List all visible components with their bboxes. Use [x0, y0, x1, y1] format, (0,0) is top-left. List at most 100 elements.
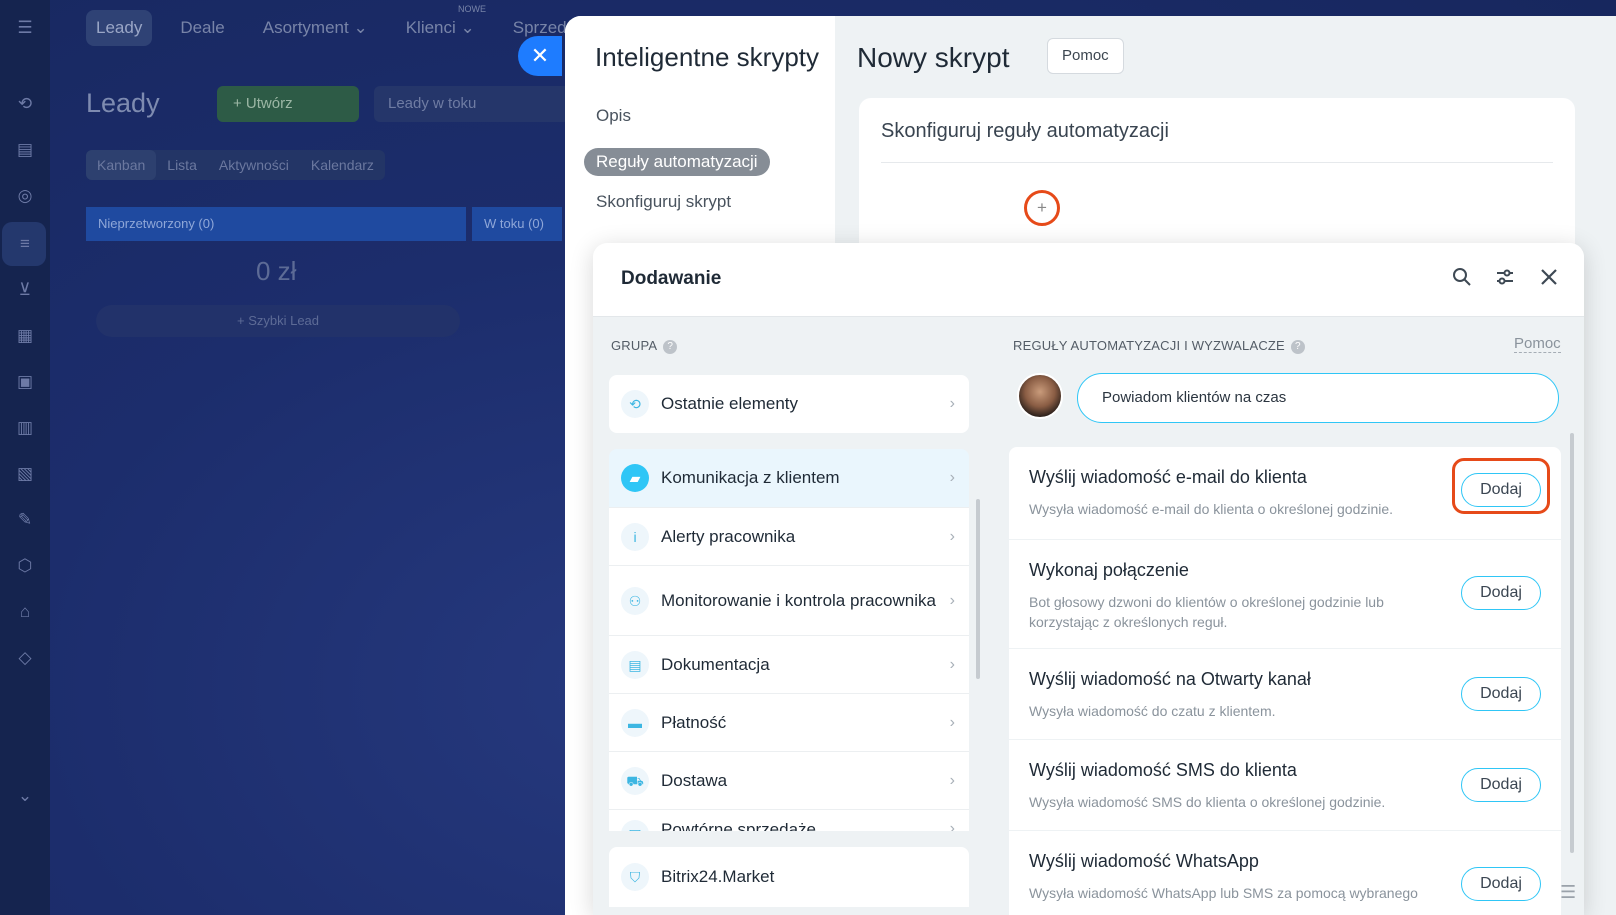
- group-list-scrollbar[interactable]: [976, 499, 980, 679]
- help-question-icon[interactable]: ?: [663, 340, 678, 354]
- search-icon[interactable]: [1450, 267, 1474, 291]
- funnel-icon[interactable]: ≡: [13, 234, 37, 254]
- dialog-header: Dodawanie: [593, 243, 1584, 317]
- help-button[interactable]: Pomoc: [1047, 38, 1124, 74]
- group-employee-alerts[interactable]: i Alerty pracownika ›: [609, 507, 969, 565]
- crm-icon[interactable]: ⟲: [13, 94, 37, 114]
- rule-title: Wyślij wiadomość WhatsApp: [1029, 851, 1259, 871]
- group-market[interactable]: ⛉ Bitrix24.Market: [609, 847, 969, 907]
- rules-list-scrollbar[interactable]: [1570, 433, 1574, 853]
- chevron-right-icon: ›: [949, 591, 955, 609]
- group-payment[interactable]: ▬ Płatność ›: [609, 693, 969, 751]
- settings-icon[interactable]: ⬡: [13, 556, 37, 576]
- group-label: Dokumentacja: [661, 654, 770, 674]
- group-repeat-sales[interactable]: ▣ Powtórne sprzedaże ›: [609, 809, 969, 831]
- group-section-label: GRUPA?: [611, 338, 678, 354]
- add-button[interactable]: Dodaj: [1461, 768, 1541, 802]
- help-question-icon[interactable]: ?: [1290, 340, 1305, 354]
- add-button[interactable]: Dodaj: [1461, 576, 1541, 610]
- menu-skonfiguruj-skrypt[interactable]: Skonfiguruj skrypt: [596, 192, 731, 212]
- rules-card-title: Skonfiguruj reguły automatyzacji: [881, 120, 1169, 142]
- left-menu-bar: ☰ ⟲ ▤ ◎ ≡ ⊻ ▦ ▣ ▥ ▧ ✎ ⬡ ⌂ ◇ ⌄: [0, 0, 50, 915]
- cart-icon[interactable]: ⊻: [13, 280, 37, 300]
- store-icon[interactable]: ▦: [13, 326, 37, 346]
- rule-open-channel: Wyślij wiadomość na Otwarty kanał Wysyła…: [1009, 649, 1561, 739]
- kanban-column-header-2[interactable]: W toku (0): [472, 207, 562, 241]
- group-recent[interactable]: ⟲ Ostatnie elementy ›: [609, 375, 969, 433]
- rule-description: Wysyła wiadomość e-mail do klienta o okr…: [1029, 501, 1394, 517]
- add-button[interactable]: Dodaj: [1461, 677, 1541, 711]
- highlight-frame: [1452, 458, 1550, 514]
- chevron-right-icon: ›: [949, 771, 955, 789]
- chevron-right-icon: ›: [949, 469, 955, 486]
- tab-kalendarz[interactable]: Kalendarz: [300, 150, 385, 180]
- history-icon: ⟲: [621, 390, 649, 418]
- chevron-right-icon: ›: [949, 655, 955, 673]
- add-rule-plus-button[interactable]: +: [1024, 190, 1060, 226]
- contacts-icon[interactable]: ▤: [13, 140, 37, 160]
- rule-call: Wykonaj połączenie Bot głosowy dzwoni do…: [1009, 540, 1561, 648]
- add-button[interactable]: Dodaj: [1461, 867, 1541, 901]
- filter-settings-icon[interactable]: [1493, 267, 1517, 291]
- group-documents[interactable]: ▤ Dokumentacja ›: [609, 635, 969, 693]
- quick-lead-button[interactable]: + Szybki Lead: [96, 305, 460, 337]
- rule-whatsapp: Wyślij wiadomość WhatsApp Wysyła wiadomo…: [1009, 831, 1561, 915]
- group-label-text: GRUPA: [611, 338, 658, 353]
- rule-description: Bot głosowy dzwoni do klientów o określo…: [1029, 594, 1384, 630]
- group-employee-monitoring[interactable]: ⚇ Monitorowanie i kontrola pracownika ›: [609, 565, 969, 635]
- dialog-title: Dodawanie: [621, 268, 722, 289]
- box-icon[interactable]: ◇: [13, 648, 37, 668]
- menu-opis[interactable]: Opis: [596, 106, 631, 126]
- create-button[interactable]: + Utwórz: [217, 86, 359, 122]
- group-label: Bitrix24.Market: [661, 867, 775, 886]
- rule-title: Wyślij wiadomość SMS do klienta: [1029, 760, 1297, 780]
- chevron-down-icon[interactable]: ⌄: [13, 786, 37, 806]
- column-sum: 0 zł: [256, 256, 297, 286]
- tab-aktywnosci[interactable]: Aktywności: [208, 150, 300, 180]
- rule-description: Wysyła wiadomość do czatu z klientem.: [1029, 703, 1276, 719]
- group-label: Dostawa: [661, 770, 728, 790]
- calendar-icon[interactable]: ▣: [13, 372, 37, 392]
- group-client-communication[interactable]: ▰ Komunikacja z klientem ›: [609, 449, 969, 507]
- rule-title: Wyślij wiadomość na Otwarty kanał: [1029, 669, 1311, 689]
- nav-leady[interactable]: Leady: [86, 10, 153, 46]
- nav-klienci[interactable]: Klienci ⌄: [396, 10, 485, 46]
- menu-icon[interactable]: ☰: [1560, 882, 1586, 902]
- hint-bubble: Powiadom klientów na czas: [1077, 373, 1559, 423]
- rule-description: Wysyła wiadomość WhatsApp lub SMS za pom…: [1029, 885, 1418, 901]
- kanban-column-header[interactable]: Nieprzetworzony (0): [86, 207, 466, 241]
- users-icon: ⚇: [621, 586, 649, 615]
- group-label: Komunikacja z klientem: [661, 468, 840, 487]
- group-delivery[interactable]: ⛟ Dostawa ›: [609, 751, 969, 809]
- view-tabs: Kanban Lista Aktywności Kalendarz: [86, 150, 385, 180]
- repeat-icon: ▣: [621, 820, 649, 831]
- hamburger-icon[interactable]: ☰: [13, 18, 37, 38]
- divider: [881, 162, 1553, 163]
- nav-deale[interactable]: Deale: [170, 10, 234, 46]
- chat-icon: ▰: [621, 464, 649, 492]
- group-label: Płatność: [661, 712, 727, 732]
- filter-input[interactable]: Leady w toku: [374, 86, 570, 122]
- rule-title: Wyślij wiadomość e-mail do klienta: [1029, 467, 1307, 487]
- slider-title: Nowy skrypt: [857, 42, 1010, 73]
- document-icon[interactable]: ▧: [13, 464, 37, 484]
- robot-icon[interactable]: ⌂: [13, 602, 37, 622]
- new-badge: NOWE: [458, 4, 486, 14]
- add-dialog: Dodawanie GRUPA? REGUŁY AUTOMATYZACJI I …: [593, 243, 1584, 915]
- group-label: Alerty pracownika: [661, 526, 796, 546]
- close-slider-button[interactable]: ✕: [518, 36, 562, 76]
- chevron-right-icon: ›: [949, 395, 955, 412]
- menu-reguly-automatyzacji[interactable]: Reguły automatyzacji: [584, 148, 770, 176]
- sign-icon[interactable]: ✎: [13, 510, 37, 530]
- rules-label-text: REGUŁY AUTOMATYZACJI I WYZWALACZE: [1013, 338, 1285, 353]
- nav-asortyment[interactable]: Asortyment ⌄: [253, 10, 378, 46]
- analytics-icon[interactable]: ▥: [13, 418, 37, 438]
- close-icon[interactable]: [1537, 267, 1561, 291]
- help-link[interactable]: Pomoc: [1514, 335, 1561, 353]
- page-title: Leady: [86, 88, 160, 118]
- target-icon[interactable]: ◎: [13, 186, 37, 206]
- chevron-right-icon: ›: [949, 713, 955, 731]
- group-label: Powtórne sprzedaże: [661, 820, 816, 831]
- tab-kanban[interactable]: Kanban: [86, 150, 157, 180]
- tab-lista[interactable]: Lista: [156, 150, 208, 180]
